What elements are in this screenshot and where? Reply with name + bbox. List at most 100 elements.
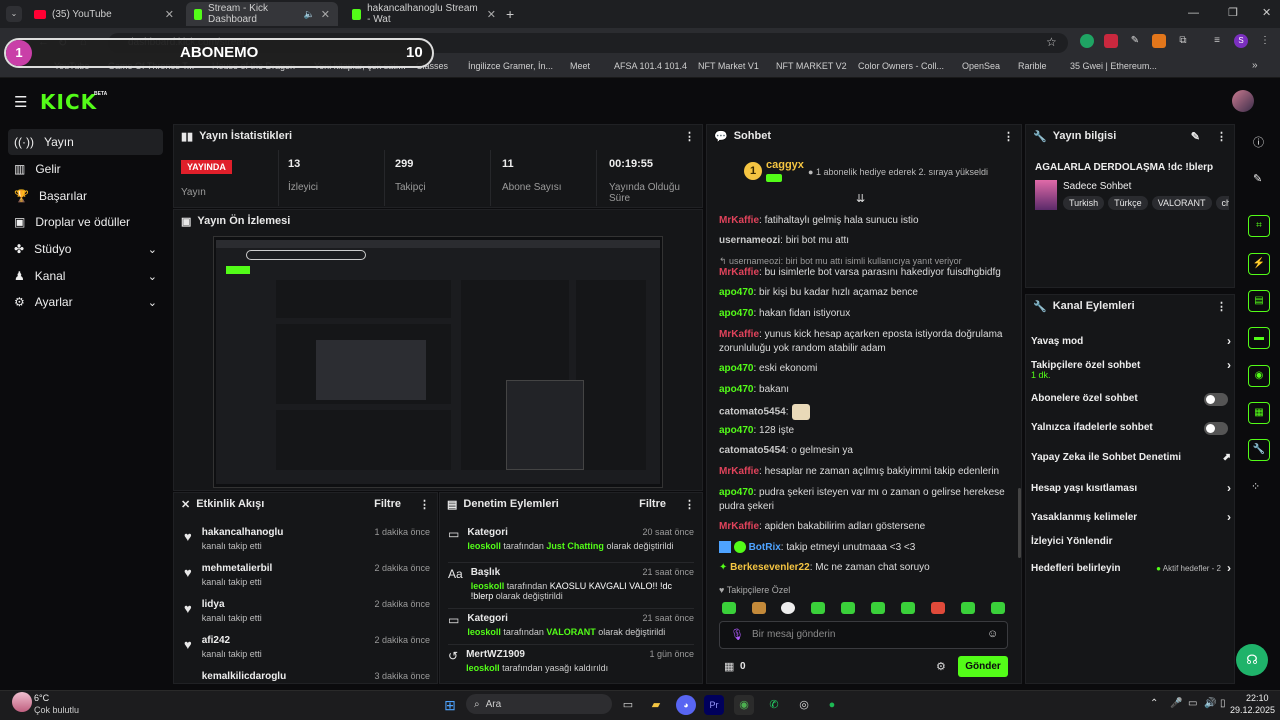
subscribers-only-toggle[interactable]	[1204, 393, 1228, 406]
chat-username[interactable]: apo470	[719, 384, 753, 395]
spotify-icon[interactable]: ●	[822, 695, 842, 715]
bookmark-item[interactable]: Meet	[570, 61, 590, 71]
bookmark-item[interactable]: Color Owners - Coll...	[858, 61, 944, 71]
action-followers-only[interactable]: Takipçilere özel sohbet ›	[1031, 358, 1231, 372]
extension-pen-icon[interactable]: ✎	[1128, 34, 1142, 48]
bookmark-item[interactable]: AFSA 101.4 101.4	[614, 61, 687, 71]
windows-start-icon[interactable]: ⊞	[440, 695, 460, 715]
chat-settings-icon[interactable]: ⚙	[936, 660, 946, 673]
quick-action-layout-icon[interactable]: ▦	[1248, 402, 1270, 424]
activity-user[interactable]: afi242	[202, 635, 262, 646]
chat-username[interactable]: apo470	[719, 487, 753, 498]
emote-icon[interactable]	[871, 602, 885, 614]
chat-username[interactable]: MrKaffie	[719, 521, 759, 532]
mod-user[interactable]: leoskoll	[466, 663, 500, 673]
hamburger-menu-icon[interactable]: ☰	[14, 93, 27, 111]
chat-username[interactable]: MrKaffie	[719, 267, 759, 278]
edit-icon[interactable]: ✎	[1253, 172, 1262, 185]
bookmark-item[interactable]: Rarible	[1018, 61, 1047, 71]
quick-action-broadcast-icon[interactable]: ◉	[1248, 365, 1270, 387]
premiere-icon[interactable]: Pr	[704, 695, 724, 715]
tab-youtube[interactable]: (35) YouTube ✕	[26, 2, 182, 26]
chat-username[interactable]: apo470	[719, 287, 753, 298]
more-options-icon[interactable]: ⋮	[419, 498, 430, 511]
more-options-icon[interactable]: ⋮	[1003, 130, 1014, 143]
more-bookmarks-icon[interactable]: »	[1252, 60, 1258, 71]
apps-icon[interactable]: ⁘	[1251, 480, 1260, 493]
file-explorer-icon[interactable]: ▰	[646, 695, 666, 715]
maximize-icon[interactable]: ❐	[1228, 6, 1238, 19]
user-avatar[interactable]	[1232, 90, 1254, 112]
action-host-viewers[interactable]: İzleyici Yönlendir	[1031, 536, 1231, 547]
more-options-icon[interactable]: ⋮	[684, 498, 695, 511]
bookmark-item[interactable]: 35 Gwei | Ethereum...	[1070, 61, 1157, 71]
mod-user[interactable]: leoskoll	[467, 627, 501, 637]
quick-action-lightning-icon[interactable]: ⚡	[1248, 253, 1270, 275]
battery-icon[interactable]: ▯	[1220, 698, 1226, 709]
emoji-icon[interactable]: ☺	[987, 628, 998, 640]
tag-chip[interactable]: VALORANT	[1151, 196, 1212, 210]
mod-user[interactable]: leoskoll	[471, 581, 505, 591]
more-options-icon[interactable]: ⋮	[1216, 300, 1227, 313]
sidebar-item-yayin[interactable]: ((·)) Yayın	[8, 129, 163, 155]
pinned-user[interactable]: caggyx	[766, 159, 804, 171]
activity-user[interactable]: hakancalhanoglu	[202, 527, 284, 538]
quick-action-chat-icon[interactable]: ▬	[1248, 327, 1270, 349]
action-account-age[interactable]: Hesap yaşı kısıtlaması ›	[1031, 481, 1231, 495]
quick-action-document-icon[interactable]: ▤	[1248, 290, 1270, 312]
chat-username[interactable]: MrKaffie	[719, 215, 759, 226]
chrome-icon[interactable]: ◉	[734, 695, 754, 715]
bookmark-star-icon[interactable]: ☆	[1046, 35, 1057, 49]
edit-icon[interactable]: ✎	[1191, 130, 1200, 143]
tab-list-button[interactable]: ⌄	[6, 6, 22, 22]
minimize-icon[interactable]: —	[1188, 7, 1199, 19]
obs-icon[interactable]: ◎	[794, 695, 814, 715]
info-icon[interactable]: ⓘ	[1253, 134, 1264, 150]
action-set-goals[interactable]: Hedefleri belirleyin ● Aktif hedefler - 2…	[1031, 561, 1231, 575]
sidebar-item-gelir[interactable]: ▥ Gelir	[8, 156, 163, 182]
close-tab-icon[interactable]: ✕	[321, 8, 330, 21]
extensions-puzzle-icon[interactable]: ⧉	[1176, 34, 1190, 48]
network-icon[interactable]: ▭	[1188, 698, 1197, 709]
emote-icon[interactable]	[841, 602, 855, 614]
clock-date[interactable]: 29.12.2025	[1230, 705, 1275, 715]
bookmark-item[interactable]: NFT MARKET V2	[776, 61, 847, 71]
sidebar-item-studyo[interactable]: ✤ Stüdyo ⌄	[8, 236, 163, 262]
taskbar-search[interactable]: ⌕ Ara	[466, 694, 612, 714]
chat-username[interactable]: usernameozi	[719, 235, 780, 246]
sidebar-item-ayarlar[interactable]: ⚙ Ayarlar ⌄	[8, 289, 163, 315]
volume-icon[interactable]: 🔊	[1204, 698, 1216, 709]
quick-action-wrench-icon[interactable]: 🔧	[1248, 439, 1270, 461]
browser-menu-icon[interactable]: ⋮	[1258, 34, 1272, 48]
weather-icon[interactable]	[12, 692, 32, 712]
close-tab-icon[interactable]: ✕	[165, 8, 174, 21]
task-view-icon[interactable]: ▭	[618, 695, 638, 715]
emote-only-toggle[interactable]	[1204, 422, 1228, 435]
chat-username[interactable]: apo470	[719, 425, 753, 436]
tag-chip[interactable]: Turkish	[1063, 196, 1105, 210]
activity-user[interactable]: kemalkilicdaroglu	[202, 671, 286, 682]
points-icon[interactable]: ▦	[724, 660, 734, 673]
activity-user[interactable]: lidya	[202, 599, 262, 610]
action-banned-words[interactable]: Yasaklanmış kelimeler ›	[1031, 510, 1231, 524]
emote-icon[interactable]	[752, 602, 766, 614]
extension-grammarly-icon[interactable]	[1080, 34, 1094, 48]
emote-icon[interactable]	[931, 602, 945, 614]
quick-action-screenshot-icon[interactable]: ⌗	[1248, 215, 1270, 237]
microphone-icon[interactable]: 🎙	[730, 628, 744, 641]
discord-icon[interactable]: ◕	[676, 695, 696, 715]
bookmark-item[interactable]: OpenSea	[962, 61, 1000, 71]
emote-icon[interactable]	[991, 602, 1005, 614]
emote-icon[interactable]	[901, 602, 915, 614]
action-ai-moderation[interactable]: Yapay Zeka ile Sohbet Denetimi ⬈	[1031, 452, 1231, 463]
filter-button[interactable]: Filtre	[639, 498, 666, 510]
emote-icon[interactable]	[811, 602, 825, 614]
sidebar-item-droplar[interactable]: ▣ Droplar ve ödüller	[8, 209, 163, 235]
tray-chevron-up-icon[interactable]: ⌃	[1150, 698, 1158, 709]
activity-user[interactable]: mehmetalierbil	[202, 563, 273, 574]
tab-hakancalhanoglu-stream[interactable]: hakancalhanoglu Stream - Wat ✕	[344, 2, 504, 26]
more-options-icon[interactable]: ⋮	[684, 130, 695, 143]
whatsapp-icon[interactable]: ✆	[764, 695, 784, 715]
close-window-icon[interactable]: ✕	[1262, 6, 1271, 19]
extension-icon[interactable]	[1104, 34, 1118, 48]
